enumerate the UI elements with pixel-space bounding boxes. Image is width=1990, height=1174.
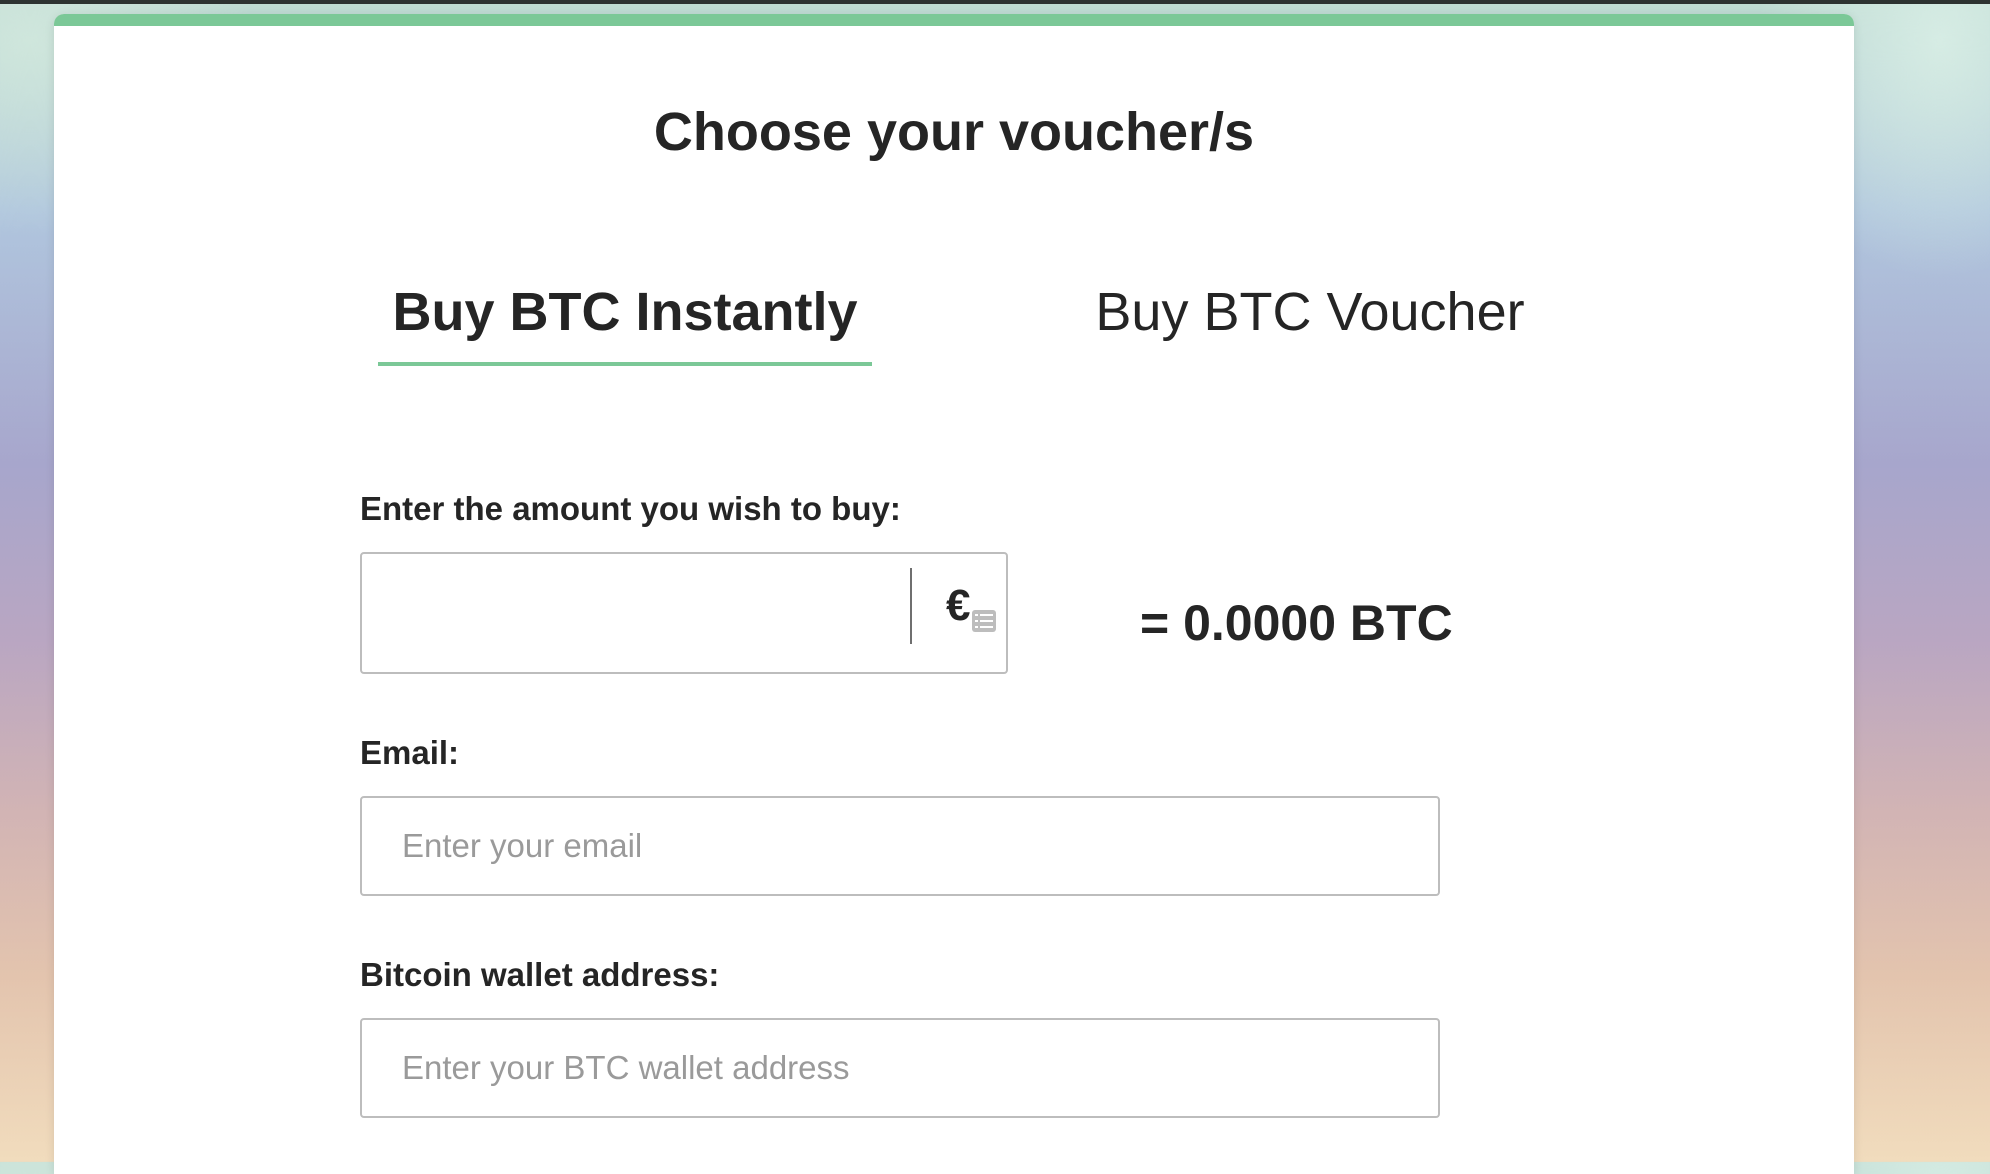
wallet-address-field[interactable]: [360, 1018, 1440, 1118]
page-title: Choose your voucher/s: [653, 102, 1255, 162]
amount-input[interactable]: [362, 554, 902, 672]
list-icon[interactable]: [972, 610, 996, 632]
wallet-label: Bitcoin wallet address:: [360, 956, 720, 993]
tab-buy-btc-instantly[interactable]: Buy BTC Instantly: [378, 274, 872, 366]
card-accent-bar: [54, 14, 1854, 26]
btc-equivalent: = 0.0000 BTC: [1140, 595, 1453, 651]
amount-divider: [910, 568, 912, 644]
tab-buy-btc-voucher[interactable]: Buy BTC Voucher: [1090, 274, 1530, 345]
amount-field[interactable]: €: [360, 552, 1008, 674]
email-field[interactable]: [360, 796, 1440, 896]
euro-icon: €: [946, 581, 971, 630]
amount-label: Enter the amount you wish to buy:: [360, 490, 901, 527]
email-label: Email:: [360, 734, 460, 771]
browser-top-strip: [0, 0, 1990, 4]
